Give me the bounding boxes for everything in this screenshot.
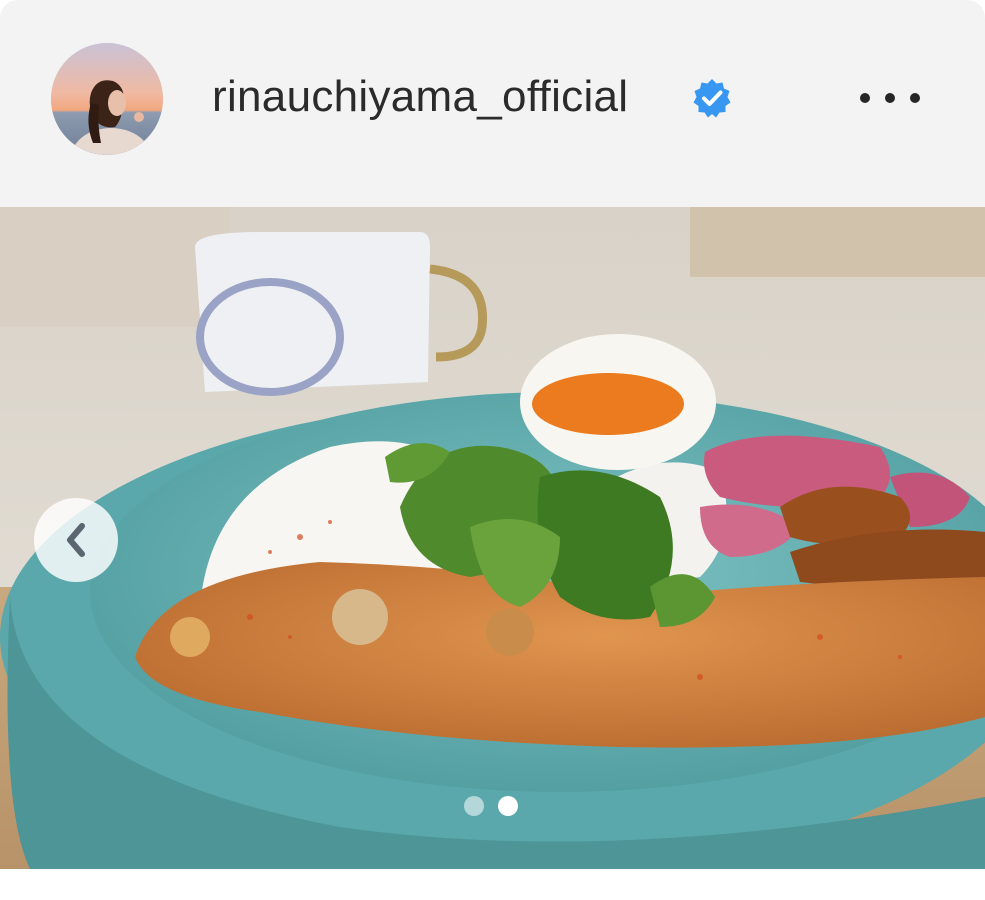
verified-badge-icon bbox=[693, 79, 731, 118]
avatar[interactable] bbox=[51, 43, 163, 155]
carousel-indicator bbox=[464, 796, 518, 816]
previous-slide-button[interactable] bbox=[34, 498, 118, 582]
chevron-left-icon bbox=[67, 523, 85, 557]
carousel-dot-1[interactable] bbox=[464, 796, 484, 816]
username[interactable]: rinauchiyama_official bbox=[212, 72, 628, 122]
post-header: rinauchiyama_official bbox=[0, 0, 985, 207]
carousel-dot-2-active[interactable] bbox=[498, 796, 518, 816]
post-photo bbox=[0, 207, 985, 869]
post-footer bbox=[0, 869, 985, 900]
more-options-icon[interactable] bbox=[860, 86, 920, 110]
